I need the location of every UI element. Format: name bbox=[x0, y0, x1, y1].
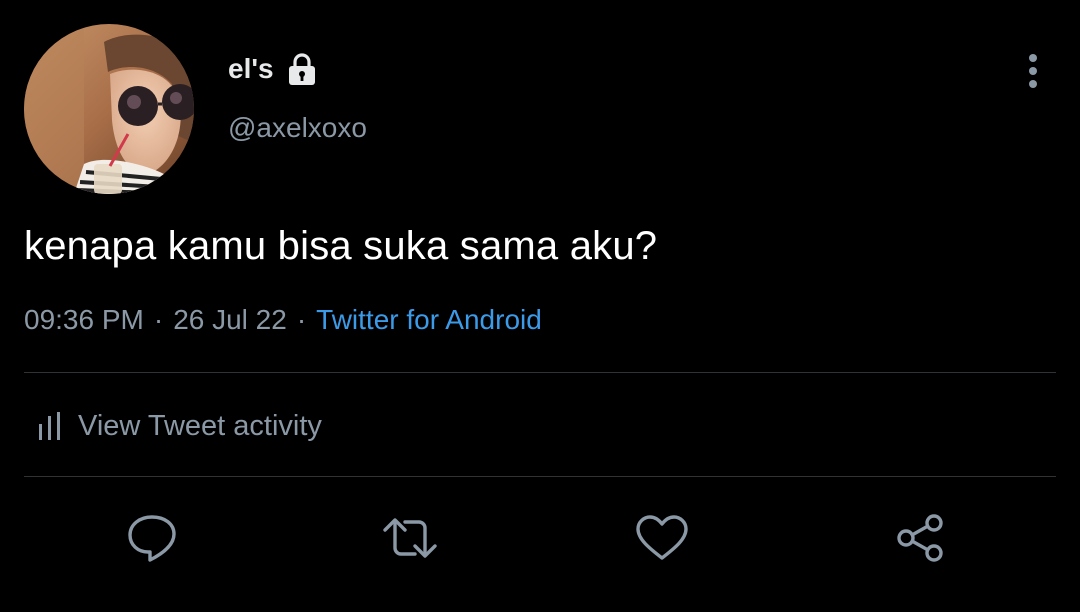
user-handle[interactable]: @axelxoxo bbox=[228, 112, 367, 144]
divider bbox=[24, 372, 1056, 373]
more-options-icon[interactable] bbox=[1018, 50, 1048, 90]
tweet-meta: 09:36 PM · 26 Jul 22 · Twitter for Android bbox=[24, 304, 542, 336]
view-tweet-activity-label: View Tweet activity bbox=[78, 409, 322, 442]
meta-separator: · bbox=[153, 304, 164, 335]
activity-bars-icon bbox=[39, 412, 60, 440]
display-name[interactable]: el's bbox=[228, 53, 274, 85]
retweet-button[interactable] bbox=[380, 508, 440, 568]
retweet-icon bbox=[383, 518, 437, 558]
avatar[interactable] bbox=[24, 24, 194, 194]
tweet-date: 26 Jul 22 bbox=[173, 304, 287, 335]
avatar-image bbox=[24, 24, 194, 194]
reply-button[interactable] bbox=[122, 508, 182, 568]
meta-separator: · bbox=[296, 304, 307, 335]
divider bbox=[24, 476, 1056, 477]
tweet-source-link[interactable]: Twitter for Android bbox=[316, 304, 542, 335]
share-button[interactable] bbox=[890, 508, 950, 568]
view-tweet-activity-button[interactable]: View Tweet activity bbox=[38, 406, 322, 446]
share-icon bbox=[897, 514, 943, 562]
lock-icon bbox=[286, 52, 318, 86]
like-icon bbox=[636, 515, 688, 560]
reply-icon bbox=[128, 515, 176, 562]
display-name-row[interactable]: el's bbox=[228, 52, 318, 86]
tweet-time: 09:36 PM bbox=[24, 304, 144, 335]
tweet-text: kenapa kamu bisa suka sama aku? bbox=[24, 224, 658, 268]
like-button[interactable] bbox=[632, 508, 692, 568]
